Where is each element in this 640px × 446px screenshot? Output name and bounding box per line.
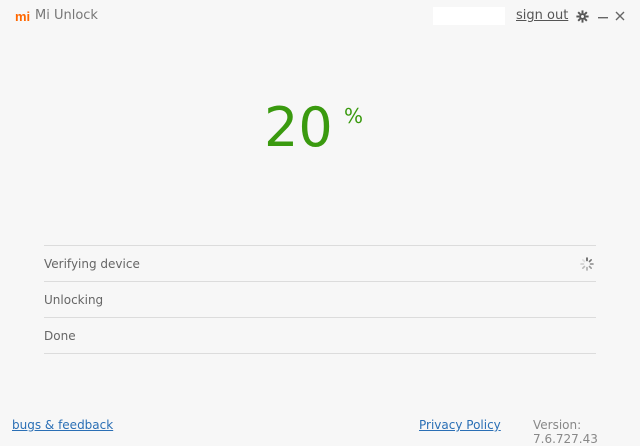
mi-unlock-window: mi Mi Unlock sign out 20 % Verifying dev… — [0, 0, 640, 446]
gear-icon[interactable] — [574, 7, 590, 25]
bugs-feedback-link[interactable]: bugs & feedback — [12, 418, 113, 432]
account-name-field — [433, 7, 505, 25]
progress-percentage: 20 % — [0, 96, 640, 166]
version-text: Version: 7.6.727.43 — [533, 418, 598, 446]
close-icon[interactable] — [612, 7, 628, 25]
privacy-policy-link[interactable]: Privacy Policy — [419, 418, 501, 432]
title-bar: mi Mi Unlock sign out — [0, 0, 640, 34]
progress-value: 20 — [264, 96, 333, 159]
step-label: Verifying device — [44, 256, 140, 271]
mi-logo: mi — [15, 9, 31, 24]
step-label: Unlocking — [44, 292, 104, 307]
step-label: Done — [44, 328, 76, 343]
sign-out-link[interactable]: sign out — [516, 8, 568, 23]
app-title: Mi Unlock — [35, 8, 98, 23]
step-unlocking: Unlocking — [44, 281, 596, 317]
loading-spinner-icon — [580, 256, 594, 271]
minimize-icon[interactable] — [595, 7, 611, 25]
unlock-steps-list: Verifying device Unlocking Done — [44, 245, 596, 354]
percent-sign: % — [344, 104, 364, 128]
step-verifying-device: Verifying device — [44, 245, 596, 281]
step-done: Done — [44, 317, 596, 354]
